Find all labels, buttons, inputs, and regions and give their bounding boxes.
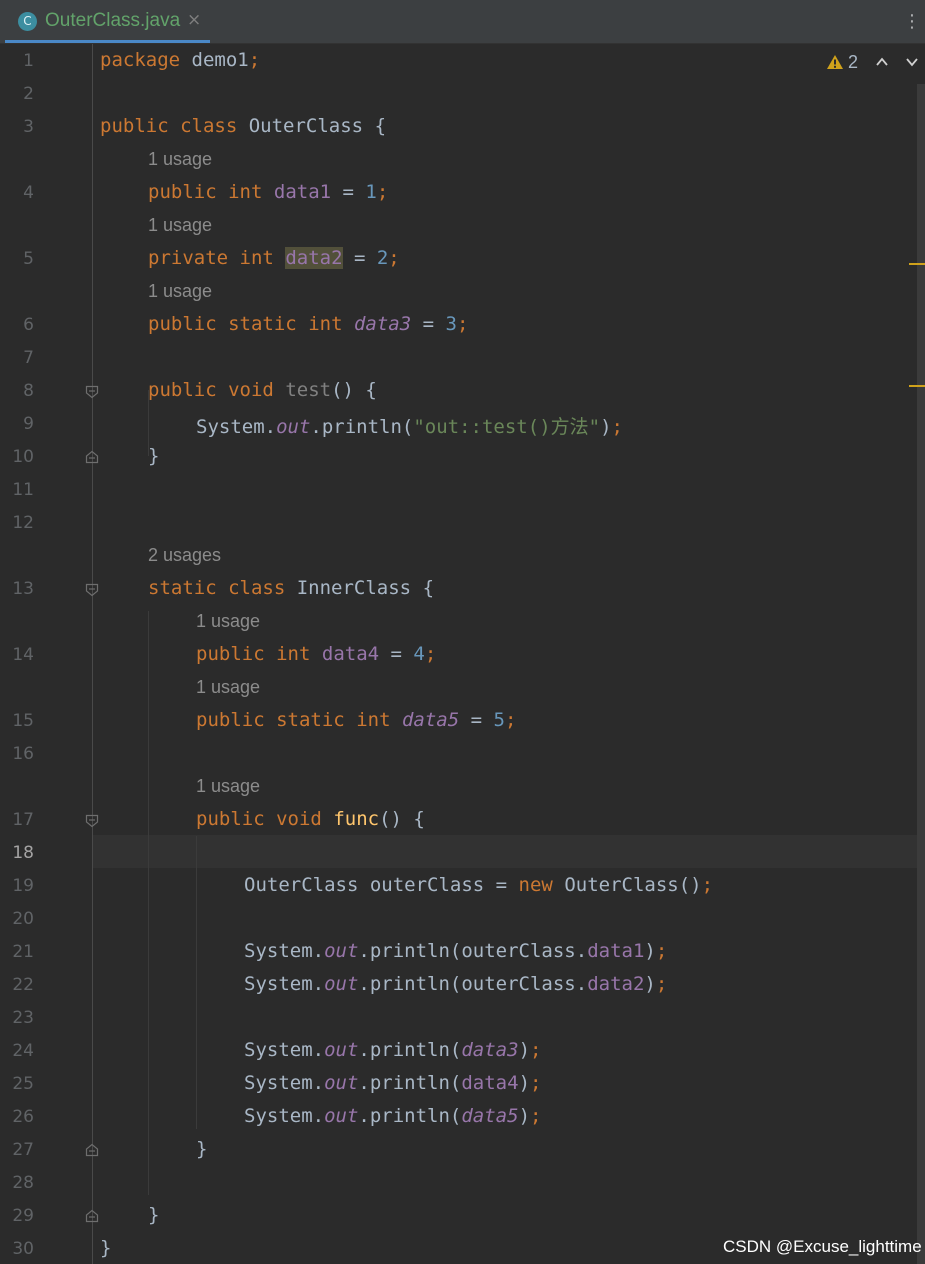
code-line-14: public int data4 = 4; — [196, 643, 437, 665]
code-line-1: package demo1; — [100, 49, 261, 71]
warning-stripe-marker[interactable] — [909, 385, 925, 387]
code-line-30: } — [100, 1237, 112, 1259]
code-line-17: public void func() { — [196, 808, 425, 830]
code-line-8: public void test() { — [148, 379, 377, 401]
code-line-25: System.out.println(data4); — [244, 1072, 542, 1094]
usage-hint[interactable]: 1 usage — [148, 215, 212, 236]
code-line-29: } — [148, 1204, 160, 1226]
highlighted-identifier: data2 — [285, 247, 343, 269]
usage-hint[interactable]: 1 usage — [148, 149, 212, 170]
usage-hint[interactable]: 1 usage — [196, 611, 260, 632]
code-line-5: private int data2 = 2; — [148, 247, 400, 269]
usage-hint[interactable]: 2 usages — [148, 545, 221, 566]
chevron-up-icon[interactable] — [875, 55, 889, 69]
usage-hint[interactable]: 1 usage — [196, 776, 260, 797]
close-icon[interactable]: × — [187, 10, 201, 30]
code-line-9: System.out.println("out::test()方法"); — [196, 416, 623, 438]
code-area[interactable]: package demo1; public class OuterClass {… — [0, 44, 925, 1264]
code-line-15: public static int data5 = 5; — [196, 709, 517, 731]
warning-triangle-icon — [827, 55, 843, 69]
code-line-21: System.out.println(outerClass.data1); — [244, 940, 668, 962]
java-class-icon: C — [18, 12, 37, 31]
tab-title: OuterClass.java — [45, 10, 181, 31]
tab-outerclass-java[interactable]: C OuterClass.java × — [5, 0, 210, 43]
usage-hint[interactable]: 1 usage — [196, 677, 260, 698]
code-line-26: System.out.println(data5); — [244, 1105, 542, 1127]
warning-count: 2 — [848, 52, 859, 72]
usage-hint[interactable]: 1 usage — [148, 281, 212, 302]
code-line-3: public class OuterClass { — [100, 115, 387, 137]
code-line-13: static class InnerClass { — [148, 577, 435, 599]
warning-stripe-marker[interactable] — [909, 263, 925, 265]
chevron-down-icon[interactable] — [905, 55, 919, 69]
code-line-27: } — [196, 1138, 208, 1160]
editor-tab-bar: C OuterClass.java × ⋮ — [0, 0, 925, 44]
code-line-24: System.out.println(data3); — [244, 1039, 542, 1061]
code-line-6: public static int data3 = 3; — [148, 313, 469, 335]
code-line-10: } — [148, 445, 160, 467]
vertical-scrollbar[interactable] — [917, 84, 925, 1264]
code-line-22: System.out.println(outerClass.data2); — [244, 973, 668, 995]
code-line-4: public int data1 = 1; — [148, 181, 389, 203]
inspection-widget[interactable]: 2 — [823, 52, 923, 74]
code-editor[interactable]: 1 2 3 4 5 6 7 8 9 10 11 12 13 14 15 16 1… — [0, 44, 925, 1264]
more-options-icon[interactable]: ⋮ — [903, 11, 921, 33]
watermark: CSDN @Excuse_lighttime — [723, 1237, 922, 1256]
code-line-19: OuterClass outerClass = new OuterClass()… — [244, 874, 714, 896]
